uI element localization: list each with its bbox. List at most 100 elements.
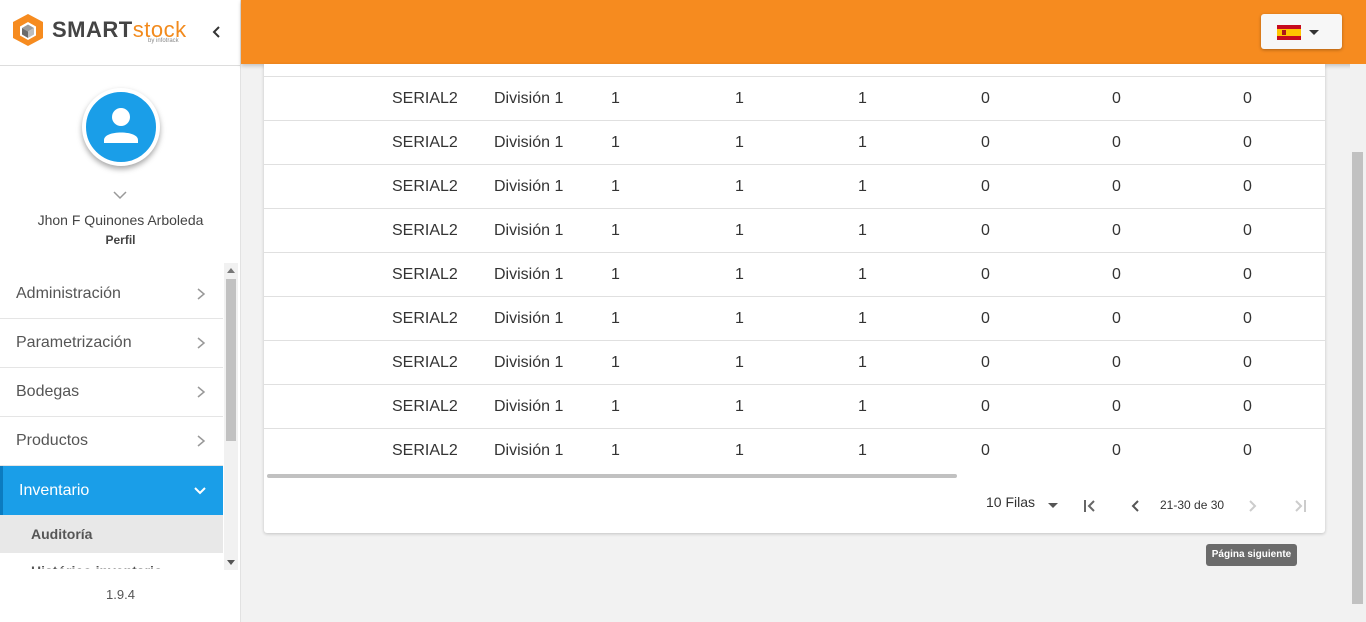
sidebar-scrollbar[interactable] — [224, 263, 238, 570]
table-cell: 0 — [981, 310, 990, 327]
table-cell: División 1 — [494, 90, 564, 107]
table-cell: 0 — [1243, 178, 1252, 195]
table-cell: 1 — [858, 442, 867, 459]
table-cell: 0 — [1243, 222, 1252, 239]
chevron-right-icon — [197, 288, 206, 300]
table-row[interactable]: SERIAL2 División 1 1 1 1 0 0 0 — [264, 340, 1325, 384]
table-cell: División 1 — [494, 134, 564, 151]
table-cell: 1 — [735, 398, 744, 415]
table-cell: 1 — [858, 178, 867, 195]
spain-flag-icon — [1277, 25, 1301, 40]
sidebar-item-productos[interactable]: Productos — [0, 417, 223, 466]
table-cell: 0 — [1112, 134, 1121, 151]
table-cell: 1 — [611, 178, 620, 195]
table-cell: 1 — [858, 90, 867, 107]
table-cell: 0 — [1243, 398, 1252, 415]
table-row[interactable]: SERIAL2 División 1 1 1 1 0 0 0 — [264, 120, 1325, 164]
sidebar-item-inventario[interactable]: Inventario — [0, 466, 223, 515]
table-cell: 1 — [611, 134, 620, 151]
table-row[interactable]: SERIAL2 División 1 1 1 1 0 0 0 — [264, 76, 1325, 120]
chevron-down-icon[interactable] — [112, 190, 128, 200]
table-cell: 0 — [1243, 134, 1252, 151]
submenu-item-historico-inventario[interactable]: Histórico inventario — [0, 553, 223, 569]
chevron-left-icon[interactable] — [207, 22, 225, 42]
table-cell: 1 — [735, 310, 744, 327]
table-cell: 1 — [858, 398, 867, 415]
table-cell: 1 — [611, 442, 620, 459]
table-cell: 0 — [1112, 90, 1121, 107]
table-cell: SERIAL2 — [392, 310, 458, 327]
table-cell: 0 — [1243, 354, 1252, 371]
page-scrollbar[interactable] — [1350, 64, 1366, 622]
table-cell: 0 — [1243, 442, 1252, 459]
table-cell: 1 — [735, 442, 744, 459]
table-cell: 1 — [611, 222, 620, 239]
table-cell: SERIAL2 — [392, 222, 458, 239]
sidebar-item-label: Bodegas — [16, 383, 80, 400]
scroll-up-arrow-icon[interactable] — [227, 268, 235, 273]
table-row[interactable]: SERIAL2 División 1 1 1 1 0 0 0 — [264, 428, 1325, 472]
table-cell: 1 — [858, 266, 867, 283]
sidebar-item-parametrizacion[interactable]: Parametrización — [0, 319, 223, 368]
sidebar-item-label: Administración — [16, 285, 121, 302]
cube-logo-icon — [13, 14, 43, 46]
profile-link[interactable]: Perfil — [0, 233, 241, 247]
table-cell: SERIAL2 — [392, 178, 458, 195]
table-cell: 1 — [611, 90, 620, 107]
table-row[interactable]: SERIAL2 División 1 1 1 1 0 0 0 — [264, 164, 1325, 208]
table-cell: 1 — [735, 266, 744, 283]
table-cell: 0 — [981, 222, 990, 239]
previous-page-icon[interactable] — [1124, 494, 1148, 518]
table-horizontal-scrollbar[interactable] — [267, 474, 957, 478]
table-cell: División 1 — [494, 398, 564, 415]
table-row[interactable]: SERIAL2 División 1 1 1 1 0 0 0 — [264, 208, 1325, 252]
submenu-item-auditoria[interactable]: Auditoría — [0, 515, 223, 553]
table-cell: 1 — [611, 354, 620, 371]
chevron-right-icon — [197, 337, 206, 349]
caret-down-icon — [1309, 30, 1319, 35]
table-cell: 0 — [1243, 90, 1252, 107]
table-cell: 0 — [1112, 222, 1121, 239]
brand-header: SMARTstock by infotrack — [0, 0, 240, 66]
brand-smart: SMART — [52, 17, 133, 42]
caret-down-icon[interactable] — [1048, 503, 1058, 508]
table-cell: 0 — [981, 442, 990, 459]
audit-table-card: SERIAL2 División 1 1 1 1 0 0 0 SERIAL2 División 1… — [264, 64, 1325, 533]
sidebar-item-bodegas[interactable]: Bodegas — [0, 368, 223, 417]
table-row[interactable]: SERIAL2 División 1 1 1 1 0 0 0 — [264, 252, 1325, 296]
table-cell: 1 — [858, 222, 867, 239]
table-cell: División 1 — [494, 178, 564, 195]
table-cell: 0 — [1112, 310, 1121, 327]
user-name: Jhon F Quinones Arboleda — [37, 212, 204, 228]
page-scroll-thumb[interactable] — [1352, 152, 1363, 604]
table-cell: 1 — [735, 354, 744, 371]
first-page-icon[interactable] — [1078, 494, 1102, 518]
language-selector[interactable] — [1261, 14, 1342, 49]
rows-per-page-select[interactable]: 10 Filas — [986, 494, 1035, 510]
table-cell: División 1 — [494, 222, 564, 239]
data-table: SERIAL2 División 1 1 1 1 0 0 0 SERIAL2 División 1… — [264, 64, 1325, 472]
table-cell: División 1 — [494, 266, 564, 283]
table-cell: SERIAL2 — [392, 398, 458, 415]
avatar[interactable] — [82, 88, 160, 166]
table-cell: 0 — [1243, 266, 1252, 283]
sidebar-item-label: Parametrización — [16, 334, 132, 351]
table-row[interactable]: SERIAL2 División 1 1 1 1 0 0 0 — [264, 296, 1325, 340]
table-cell: SERIAL2 — [392, 266, 458, 283]
table-cell: 1 — [611, 310, 620, 327]
next-page-icon[interactable] — [1240, 494, 1264, 518]
page-range-label: 21-30 de 30 — [1160, 498, 1225, 512]
pagination-bar: 10 Filas 21-30 de 30 — [264, 484, 1325, 524]
sidebar-scroll-thumb[interactable] — [226, 279, 236, 441]
last-page-icon[interactable] — [1288, 494, 1312, 518]
chevron-down-icon — [194, 486, 206, 494]
table-cell: 1 — [858, 310, 867, 327]
sidebar-item-administracion[interactable]: Administración — [0, 270, 223, 319]
scroll-down-arrow-icon[interactable] — [227, 560, 235, 565]
app-version: 1.9.4 — [106, 587, 135, 602]
top-bar — [241, 0, 1366, 64]
sidebar-menu: Administración Parametrización Bodegas P… — [0, 270, 223, 569]
table-row[interactable]: SERIAL2 División 1 1 1 1 0 0 0 — [264, 384, 1325, 428]
sidebar-item-label: Productos — [16, 432, 89, 449]
chevron-right-icon — [197, 435, 206, 447]
